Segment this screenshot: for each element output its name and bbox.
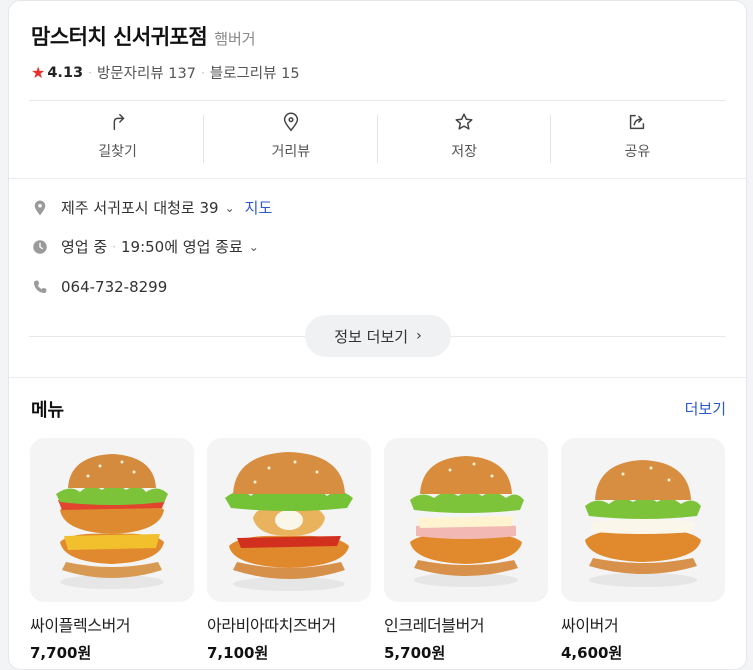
separator-dot: · [200, 65, 205, 80]
menu-item[interactable]: 인크레더블버거 5,700원 [384, 438, 548, 663]
phone-icon [33, 280, 47, 294]
address-text: 제주 서귀포시 대청로 39 [61, 199, 219, 217]
burger-image-icon [585, 460, 701, 587]
directions-label: 길찾기 [98, 144, 137, 160]
burger-image-icon [225, 452, 353, 591]
street-view-button[interactable]: 거리뷰 [204, 111, 378, 167]
phone-row: 064-732-8299 [31, 278, 167, 296]
menu-item[interactable]: 싸이플렉스버거 7,700원 [30, 438, 194, 663]
menu-item[interactable]: 아라비아따치즈버거 7,100원 [207, 438, 371, 663]
directions-button[interactable]: 길찾기 [31, 111, 205, 167]
menu-item-price: 4,600원 [561, 644, 623, 662]
menu-item-image [207, 438, 371, 602]
directions-icon [113, 113, 124, 131]
rating-value: 4.13 [47, 64, 84, 81]
divider [29, 100, 726, 101]
section-divider [9, 178, 746, 179]
location-pin-icon [34, 200, 46, 215]
menu-item-image [384, 438, 548, 602]
place-card: 맘스터치 신서귀포점 햄버거 ★ 4.13 · 방문자리뷰 137 · 블로그리… [8, 0, 747, 670]
section-divider [9, 377, 746, 378]
burger-image-icon [56, 454, 168, 589]
action-bar: 길찾기 거리뷰 저장 공유 [31, 111, 724, 167]
menu-section-title: 메뉴 [31, 400, 65, 421]
share-button[interactable]: 공유 [551, 111, 724, 167]
menu-item[interactable]: 싸이버거 4,600원 [561, 438, 725, 663]
street-view-label: 거리뷰 [271, 144, 311, 160]
save-button[interactable]: 저장 [378, 111, 552, 167]
chevron-down-icon[interactable]: ⌄ [249, 240, 259, 254]
title-row: 맘스터치 신서귀포점 햄버거 [31, 21, 256, 51]
more-info-button[interactable]: 정보 더보기 › [305, 315, 451, 357]
chevron-down-icon[interactable]: ⌄ [225, 201, 235, 215]
menu-item-name: 인크레더블버거 [384, 616, 485, 635]
rating-star-icon: ★ [31, 63, 46, 82]
menu-item-price: 5,700원 [384, 644, 446, 662]
place-category: 햄버거 [214, 30, 256, 48]
closing-time: 19:50에 영업 종료 [121, 238, 243, 256]
review-meta: ★ 4.13 · 방문자리뷰 137 · 블로그리뷰 15 [31, 62, 300, 83]
place-name[interactable]: 맘스터치 신서귀포점 [31, 21, 208, 51]
menu-item-name: 싸이버거 [561, 616, 619, 635]
menu-item-name: 싸이플렉스버거 [30, 616, 131, 635]
more-info-label: 정보 더보기 [334, 327, 409, 346]
share-icon [630, 114, 645, 130]
save-label: 저장 [451, 144, 477, 160]
open-status: 영업 중 [61, 238, 108, 256]
menu-item-name: 아라비아따치즈버거 [207, 616, 336, 635]
map-link[interactable]: 지도 [245, 197, 273, 218]
menu-item-image [561, 438, 725, 602]
menu-item-price: 7,100원 [207, 644, 269, 662]
visitor-reviews-link[interactable]: 방문자리뷰 137 [97, 62, 196, 83]
hours-row[interactable]: 영업 중 · 19:50에 영업 종료 ⌄ [31, 236, 259, 257]
share-label: 공유 [624, 144, 651, 160]
menu-list: 싸이플렉스버거 7,700원 아라비아따치즈버거 7,100원 인크레더블버거 … [30, 438, 725, 663]
menu-item-price: 7,700원 [30, 644, 92, 662]
separator-dot: · [88, 65, 92, 80]
phone-number[interactable]: 064-732-8299 [61, 278, 167, 296]
burger-image-icon [410, 456, 524, 587]
chevron-right-icon: › [416, 328, 422, 344]
separator-dot: · [112, 239, 116, 254]
menu-more-link[interactable]: 더보기 [685, 398, 726, 419]
location-pin-icon [283, 112, 299, 132]
star-outline-icon [455, 113, 473, 130]
clock-icon [33, 239, 47, 254]
menu-item-image [30, 438, 194, 602]
blog-reviews-link[interactable]: 블로그리뷰 15 [210, 62, 300, 83]
address-row: 제주 서귀포시 대청로 39 ⌄ 지도 [31, 197, 272, 218]
